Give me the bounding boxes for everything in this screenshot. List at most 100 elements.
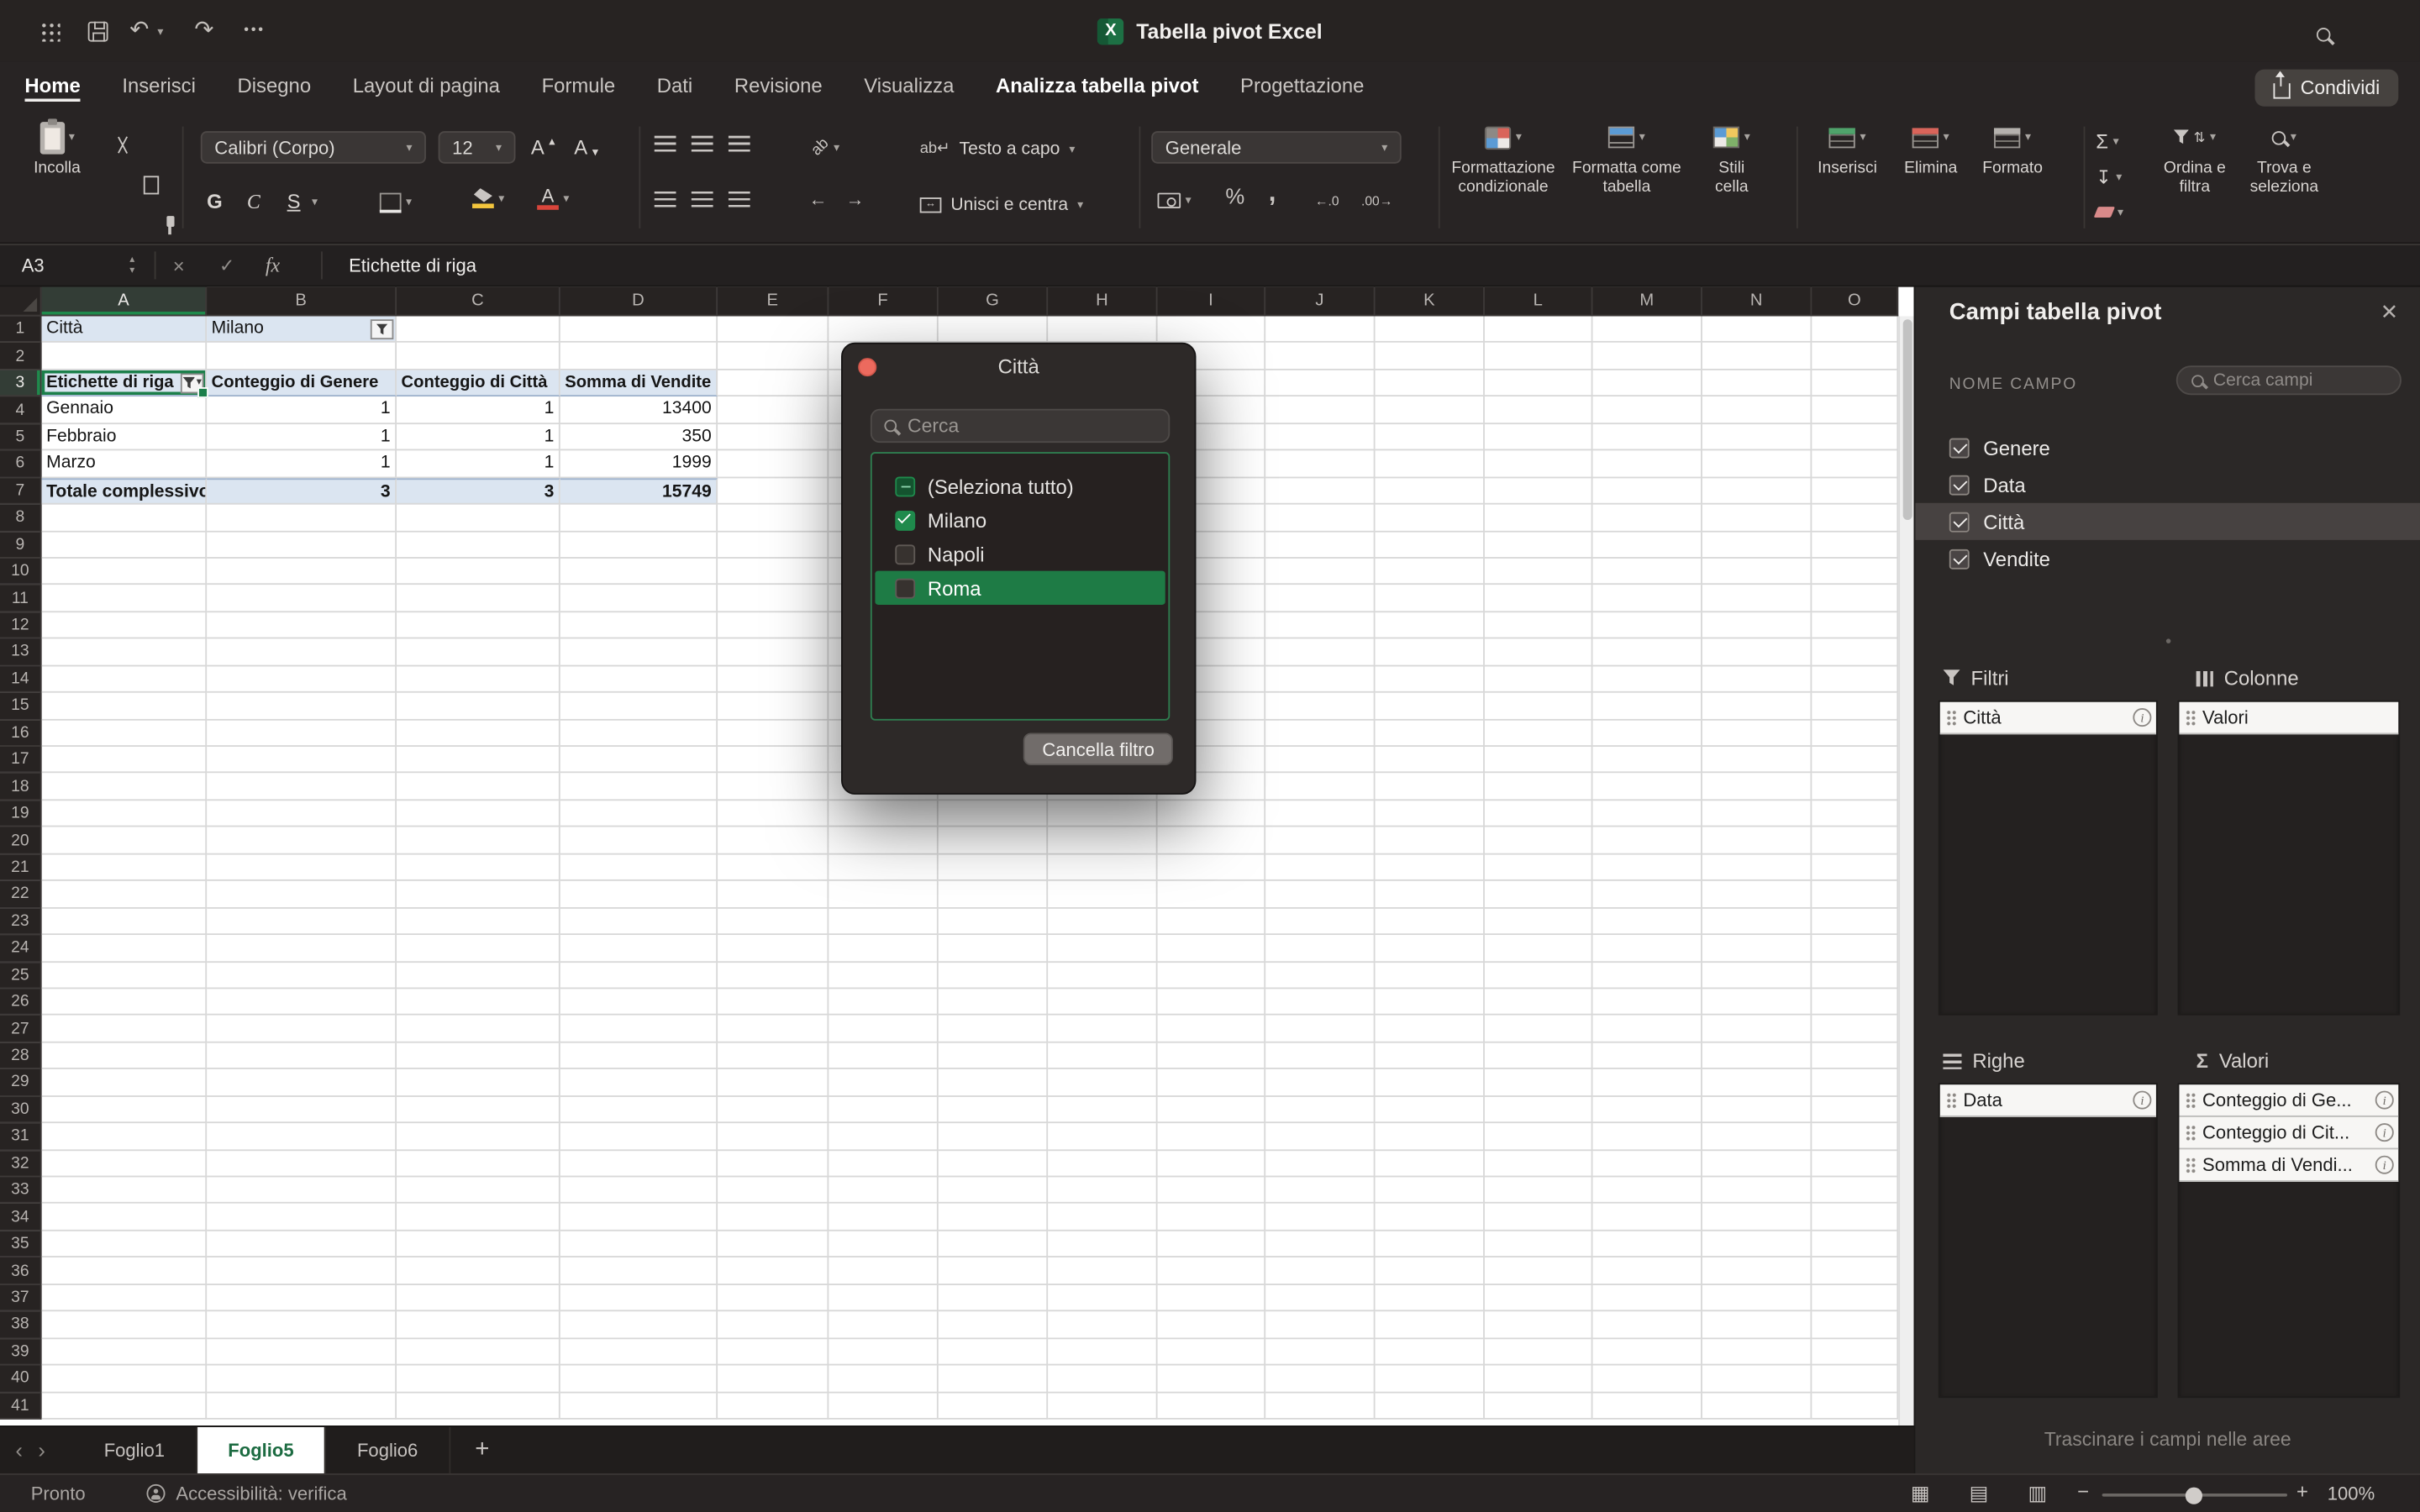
cell-A7[interactable]: Totale complessivo — [42, 478, 208, 505]
cell-B20[interactable] — [207, 827, 397, 854]
cell-L37[interactable] — [1485, 1285, 1593, 1312]
cell-O22[interactable] — [1812, 881, 1898, 908]
underline-dropdown-icon[interactable]: ▾ — [312, 196, 318, 208]
cell-O38[interactable] — [1812, 1312, 1898, 1339]
cell-J2[interactable] — [1265, 344, 1375, 370]
cell-M33[interactable] — [1593, 1177, 1702, 1204]
fill-color-button[interactable]: ▾ — [472, 182, 504, 215]
cell-C13[interactable] — [397, 639, 560, 666]
cell-E41[interactable] — [718, 1393, 829, 1420]
cell-K24[interactable] — [1376, 935, 1485, 962]
cell-I20[interactable] — [1158, 827, 1266, 854]
area-chip-somma-di-vendi[interactable]: Somma di Vendi...i — [2179, 1149, 2398, 1182]
cell-E31[interactable] — [718, 1123, 829, 1150]
cell-L38[interactable] — [1485, 1312, 1593, 1339]
cell-E32[interactable] — [718, 1150, 829, 1177]
cell-J30[interactable] — [1265, 1096, 1375, 1123]
cell-L17[interactable] — [1485, 747, 1593, 774]
cell-N18[interactable] — [1702, 774, 1812, 801]
cell-B25[interactable] — [207, 962, 397, 989]
cell-F35[interactable] — [829, 1231, 938, 1257]
cell-G38[interactable] — [939, 1312, 1048, 1339]
cell-K4[interactable] — [1376, 397, 1485, 424]
field-checkbox-genere[interactable] — [1949, 438, 1970, 458]
cell-E33[interactable] — [718, 1177, 829, 1204]
cell-A29[interactable] — [42, 1069, 208, 1096]
borders-button[interactable]: ▾ — [380, 185, 412, 218]
cell-C36[interactable] — [397, 1258, 560, 1285]
app-launcher-icon[interactable] — [40, 22, 60, 42]
cell-I25[interactable] — [1158, 962, 1266, 989]
cell-M5[interactable] — [1593, 424, 1702, 451]
cell-J26[interactable] — [1265, 989, 1375, 1016]
info-icon[interactable]: i — [2133, 1091, 2151, 1110]
prev-sheet-icon[interactable]: ‹ — [0, 1427, 38, 1473]
cell-N39[interactable] — [1702, 1339, 1812, 1366]
cell-B28[interactable] — [207, 1042, 397, 1069]
cell-M7[interactable] — [1593, 478, 1702, 505]
cell-E38[interactable] — [718, 1312, 829, 1339]
cell-L9[interactable] — [1485, 532, 1593, 559]
cell-C23[interactable] — [397, 908, 560, 935]
cell-M3[interactable] — [1593, 370, 1702, 397]
cell-C8[interactable] — [397, 505, 560, 532]
cell-O27[interactable] — [1812, 1016, 1898, 1042]
row-header-38[interactable]: 38 — [0, 1312, 42, 1339]
area-chip-valori[interactable]: Valori — [2179, 702, 2398, 735]
cell-N29[interactable] — [1702, 1069, 1812, 1096]
cell-B33[interactable] — [207, 1177, 397, 1204]
cell-C11[interactable] — [397, 585, 560, 612]
cell-L16[interactable] — [1485, 720, 1593, 747]
cell-L25[interactable] — [1485, 962, 1593, 989]
cell-G32[interactable] — [939, 1150, 1048, 1177]
cell-M40[interactable] — [1593, 1366, 1702, 1393]
cell-D25[interactable] — [560, 962, 718, 989]
cell-K7[interactable] — [1376, 478, 1485, 505]
cell-C30[interactable] — [397, 1096, 560, 1123]
cell-J18[interactable] — [1265, 774, 1375, 801]
cell-K40[interactable] — [1376, 1366, 1485, 1393]
cell-H21[interactable] — [1048, 854, 1157, 881]
cell-J39[interactable] — [1265, 1339, 1375, 1366]
zoom-in-icon[interactable]: + — [2296, 1479, 2308, 1503]
area-chip-conteggio-di-cit[interactable]: Conteggio di Cit...i — [2179, 1117, 2398, 1150]
redo-icon[interactable]: ↷ — [194, 18, 213, 42]
cell-O11[interactable] — [1812, 585, 1898, 612]
cell-M13[interactable] — [1593, 639, 1702, 666]
area-chip-citt[interactable]: Cittài — [1940, 702, 2156, 735]
cell-D32[interactable] — [560, 1150, 718, 1177]
cell-K31[interactable] — [1376, 1123, 1485, 1150]
cell-J29[interactable] — [1265, 1069, 1375, 1096]
row-header-16[interactable]: 16 — [0, 720, 42, 747]
cell-E28[interactable] — [718, 1042, 829, 1069]
cell-L31[interactable] — [1485, 1123, 1593, 1150]
cell-C4[interactable]: 1 — [397, 397, 560, 424]
cell-I22[interactable] — [1158, 881, 1266, 908]
vertical-scrollbar[interactable] — [1898, 317, 1913, 1426]
cell-I30[interactable] — [1158, 1096, 1266, 1123]
cell-O36[interactable] — [1812, 1258, 1898, 1285]
cell-J40[interactable] — [1265, 1366, 1375, 1393]
tab-revisione[interactable]: Revisione — [734, 74, 823, 102]
cell-J25[interactable] — [1265, 962, 1375, 989]
checkbox-roma[interactable] — [895, 578, 915, 598]
cell-B37[interactable] — [207, 1285, 397, 1312]
cell-B7[interactable]: 3 — [207, 478, 397, 505]
cell-F28[interactable] — [829, 1042, 938, 1069]
cell-K19[interactable] — [1376, 801, 1485, 827]
cell-F41[interactable] — [829, 1393, 938, 1420]
cell-G40[interactable] — [939, 1366, 1048, 1393]
cell-J16[interactable] — [1265, 720, 1375, 747]
cell-F23[interactable] — [829, 908, 938, 935]
cell-J33[interactable] — [1265, 1177, 1375, 1204]
cell-A24[interactable] — [42, 935, 208, 962]
cell-O12[interactable] — [1812, 612, 1898, 639]
pane-splitter[interactable] — [2165, 638, 2170, 643]
cell-C9[interactable] — [397, 532, 560, 559]
cell-C3[interactable]: Conteggio di Città — [397, 370, 560, 397]
cell-B40[interactable] — [207, 1366, 397, 1393]
cell-A11[interactable] — [42, 585, 208, 612]
cell-J23[interactable] — [1265, 908, 1375, 935]
cell-C29[interactable] — [397, 1069, 560, 1096]
font-name-select[interactable]: Calibri (Corpo)▾ — [201, 131, 426, 164]
